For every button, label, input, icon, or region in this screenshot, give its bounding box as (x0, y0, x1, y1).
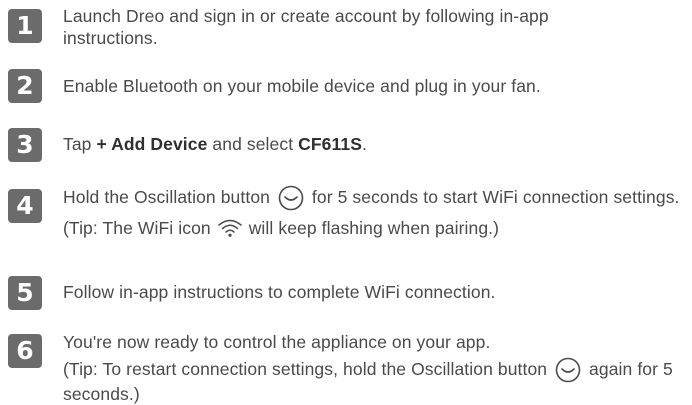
step-text: Tap + Add Device and select CF611S. (63, 133, 688, 155)
step-text: You're now ready to control the applianc… (63, 331, 688, 405)
step-number-badge: 6 (8, 334, 42, 368)
step-text: Hold the Oscillation button for 5 second… (63, 185, 688, 239)
add-device-label: + Add Device (96, 134, 208, 154)
step-number-badge: 2 (8, 69, 42, 103)
step-tip: (Tip: The WiFi icon will keep flashing w… (63, 217, 688, 239)
step-number-badge: 1 (8, 9, 42, 43)
step-main-line: You're now ready to control the applianc… (63, 332, 491, 352)
step-main-line: Hold the Oscillation button for 5 second… (63, 185, 688, 211)
step-text-post: . (361, 134, 367, 154)
step-number-badge: 3 (8, 128, 42, 162)
step-text-pre: Tap (63, 134, 97, 154)
oscillation-icon (278, 185, 304, 211)
model-name: CF611S (298, 134, 362, 154)
oscillation-icon (555, 357, 581, 383)
step-text: Enable Bluetooth on your mobile device a… (63, 76, 541, 96)
tip-text-pre: (Tip: The WiFi icon (63, 218, 216, 238)
tip-text-pre: (Tip: To restart connection settings, ho… (63, 359, 553, 379)
step-text-post: for 5 seconds to start WiFi connection s… (306, 187, 680, 207)
step-text-pre: Hold the Oscillation button (63, 187, 275, 207)
step-text: Launch Dreo and sign in or create accoun… (63, 6, 549, 48)
wifi-icon (217, 219, 242, 237)
step-text: Follow in-app instructions to complete W… (63, 282, 496, 302)
step-text-mid: and select (207, 134, 299, 154)
step-number-badge: 5 (8, 276, 42, 310)
step-number-badge: 4 (8, 189, 42, 223)
step-tip: (Tip: To restart connection settings, ho… (63, 357, 678, 405)
tip-text-post: will keep flashing when pairing.) (243, 218, 500, 238)
